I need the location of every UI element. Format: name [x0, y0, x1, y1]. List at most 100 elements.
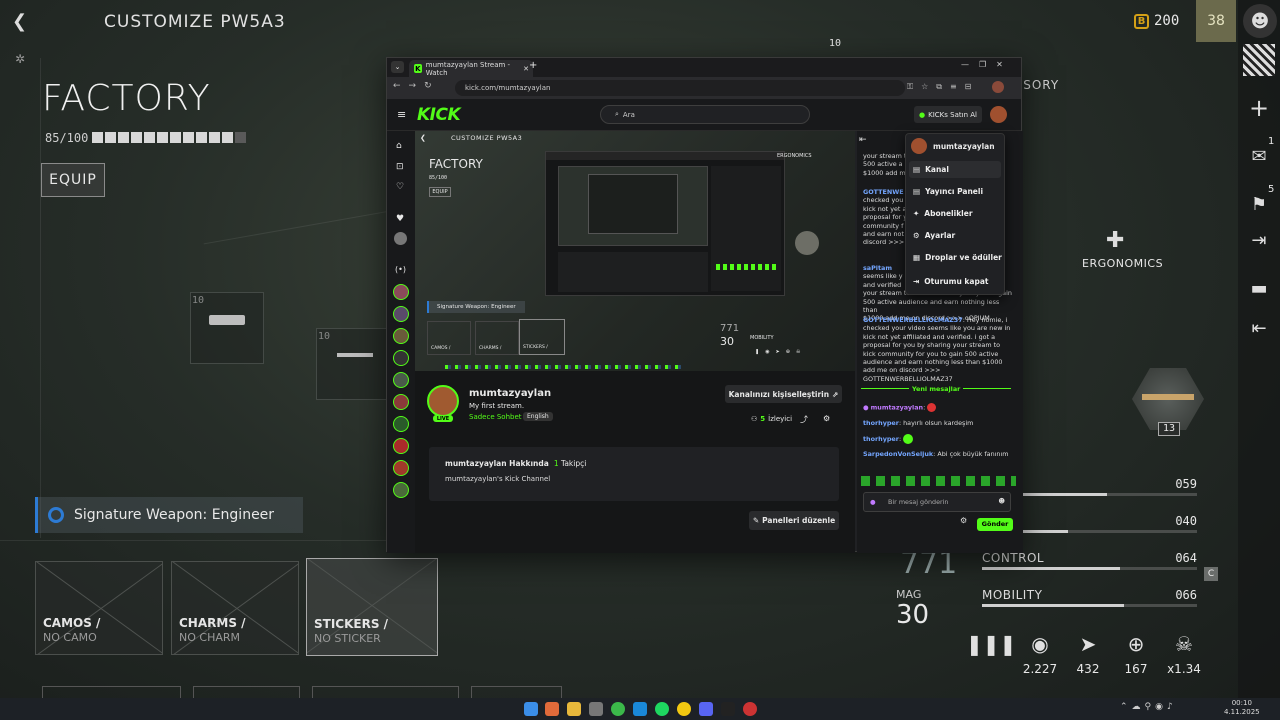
recording-icon[interactable] [743, 702, 757, 716]
customize-channel-button[interactable]: Kanalınızı kişiselleştirin ⇗ [725, 385, 842, 403]
start-icon[interactable] [524, 702, 538, 716]
menu-item-drops[interactable]: ▦ Droplar ve ödüller [913, 253, 1002, 262]
channel-avatar[interactable] [393, 416, 409, 432]
battlefield-icon[interactable] [721, 702, 735, 716]
menu-item-creator-dashboard[interactable]: ▤ Yayıncı Paneli [913, 187, 983, 196]
charms-slot[interactable]: CHARMS / NO CHARM [171, 561, 299, 655]
system-tray-icons[interactable]: ⌃☁⚲◉♪ [1120, 702, 1177, 712]
player-back-icon: ❮ [420, 134, 426, 142]
channel-avatar[interactable] [393, 306, 409, 322]
about-description: mumtazyaylan's Kick Channel [445, 475, 551, 483]
app-icon[interactable] [677, 702, 691, 716]
settings-gear-icon[interactable]: ✲ [15, 52, 25, 66]
channel-avatar[interactable] [393, 438, 409, 454]
heart-icon[interactable]: ♥ [396, 214, 404, 224]
following-icon[interactable]: ♡ [396, 182, 404, 192]
channel-name[interactable]: mumtazyaylan [469, 388, 551, 399]
stickers-slot[interactable]: STICKERS / NO STICKER [306, 558, 438, 656]
bottom-buttons-row [42, 686, 562, 698]
hamburger-menu-icon[interactable]: ≡ [397, 108, 406, 121]
stat-bar-fill [982, 567, 1120, 570]
user-avatar[interactable] [990, 106, 1007, 123]
channel-avatar[interactable] [393, 372, 409, 388]
chat-bubble-icon[interactable]: ▬ [1243, 272, 1275, 304]
chat-message: ● mumtazyaylan: [863, 403, 1013, 412]
window-controls[interactable]: —❐✕ [961, 60, 1013, 69]
language-tag[interactable]: English [523, 412, 553, 421]
menu-item-subscriptions[interactable]: ✦ Abonelikler [913, 209, 973, 218]
menu-item-kanal[interactable]: ▤ Kanal [913, 165, 949, 174]
attachment-slot[interactable] [316, 328, 390, 400]
mail-count: 1 [1268, 136, 1275, 147]
browse-icon[interactable]: ⊡ [396, 162, 404, 172]
embed-signature: Signature Weapon: Engineer [427, 301, 525, 313]
attachment-slot[interactable] [190, 292, 264, 364]
live-icon: (•) [395, 265, 406, 274]
camos-title: CAMOS / [43, 616, 101, 630]
camos-slot[interactable]: CAMOS / NO CAMO [35, 561, 163, 655]
chat-input[interactable]: ● Bir mesaj gönderin ☻ [863, 492, 1011, 512]
send-button[interactable]: Gönder [977, 518, 1013, 531]
nav-buttons-icon[interactable]: ←→↻ [393, 81, 440, 91]
kick-header: ≡ KICK ⌕ Ara ● KICKs Satın Al [387, 99, 1021, 131]
steam-icon[interactable] [633, 702, 647, 716]
edit-panels-button[interactable]: ✎ Panelleri düzenle [749, 511, 839, 530]
ammo-badge: 10 [829, 38, 842, 49]
buy-kicks-button[interactable]: ● KICKs Satın Al [914, 106, 982, 123]
stream-title: My first stream. [469, 402, 525, 410]
menu-item-logout[interactable]: ⇥ Oturumu kapat [913, 277, 988, 286]
menu-username: mumtazyaylan [933, 142, 995, 151]
stat-bar-fill [982, 604, 1124, 607]
weapon-name: FACTORY [42, 78, 211, 119]
emote-bar[interactable] [861, 476, 1016, 486]
copilot-icon[interactable] [545, 702, 559, 716]
range-icon: ⊕ [1127, 632, 1145, 656]
collapse-chat-icon[interactable]: ⇤ [859, 135, 867, 144]
chrome-icon[interactable] [611, 702, 625, 716]
discord-icon[interactable] [699, 702, 713, 716]
followed-channel-avatar[interactable] [394, 232, 407, 245]
embed-slot: CHARMS / [475, 321, 519, 355]
channel-avatar[interactable] [393, 394, 409, 410]
weapon-count-badge: 13 [1158, 422, 1180, 436]
share-icon[interactable]: ⤴ [800, 414, 808, 425]
tab-search-icon[interactable]: ⌄ [391, 61, 404, 73]
clock[interactable]: 00:10 4.11.2025 [1224, 699, 1260, 717]
fire-rate-icon: ◉ [1031, 632, 1049, 656]
camos-sub: NO CAMO [43, 631, 97, 644]
signature-label: Signature Weapon: Engineer [74, 507, 275, 523]
channel-avatar[interactable] [393, 284, 409, 300]
profile-avatar[interactable]: ☻ [1243, 4, 1277, 38]
search-input[interactable]: ⌕ Ara [600, 105, 810, 124]
qr-code-icon[interactable] [1243, 44, 1275, 76]
kick-logo[interactable]: KICK [417, 105, 461, 125]
browser-tab[interactable]: K mumtazyaylan Stream - Watch ✕ [409, 60, 533, 77]
extensions-icon[interactable]: ⚿☆⧉≡⊟ [907, 82, 979, 92]
channel-avatar-large[interactable] [427, 385, 459, 417]
plus-icon[interactable]: + [1243, 92, 1275, 124]
equip-button[interactable]: EQUIP [41, 163, 105, 197]
channel-avatar[interactable] [393, 350, 409, 366]
add-ergonomics-icon[interactable]: ✚ [1106, 228, 1124, 253]
chat-settings-icon[interactable]: ⚙ [960, 516, 967, 525]
file-explorer-icon[interactable] [567, 702, 581, 716]
home-icon[interactable]: ⌂ [396, 141, 402, 151]
url-field[interactable]: kick.com/mumtazyaylan [455, 80, 905, 96]
profile-avatar[interactable] [992, 81, 1004, 93]
channel-avatar[interactable] [393, 482, 409, 498]
weapon-stat: ❚❚❚ [966, 632, 1016, 662]
weapon-thumbnail[interactable] [1132, 368, 1204, 430]
weapon-stat-value: 2.227 [1022, 662, 1058, 676]
channel-avatar[interactable] [393, 328, 409, 344]
app-icon[interactable] [589, 702, 603, 716]
user-settings-icon[interactable]: ⚙ [823, 414, 830, 423]
video-player[interactable]: ❮ CUSTOMIZE PW5A3 FACTORY 85/100 EQUIP S… [415, 131, 855, 371]
new-tab-icon[interactable]: + [529, 60, 537, 71]
back-arrow-icon[interactable]: ❮ [12, 11, 27, 32]
menu-item-settings[interactable]: ⚙ Ayarlar [913, 231, 955, 240]
transfer-icon[interactable]: ⇥ [1243, 224, 1275, 256]
category-link[interactable]: Sadece Sohbet [469, 413, 522, 421]
spotify-icon[interactable] [655, 702, 669, 716]
exit-icon[interactable]: ⇤ [1243, 312, 1275, 344]
channel-avatar[interactable] [393, 460, 409, 476]
